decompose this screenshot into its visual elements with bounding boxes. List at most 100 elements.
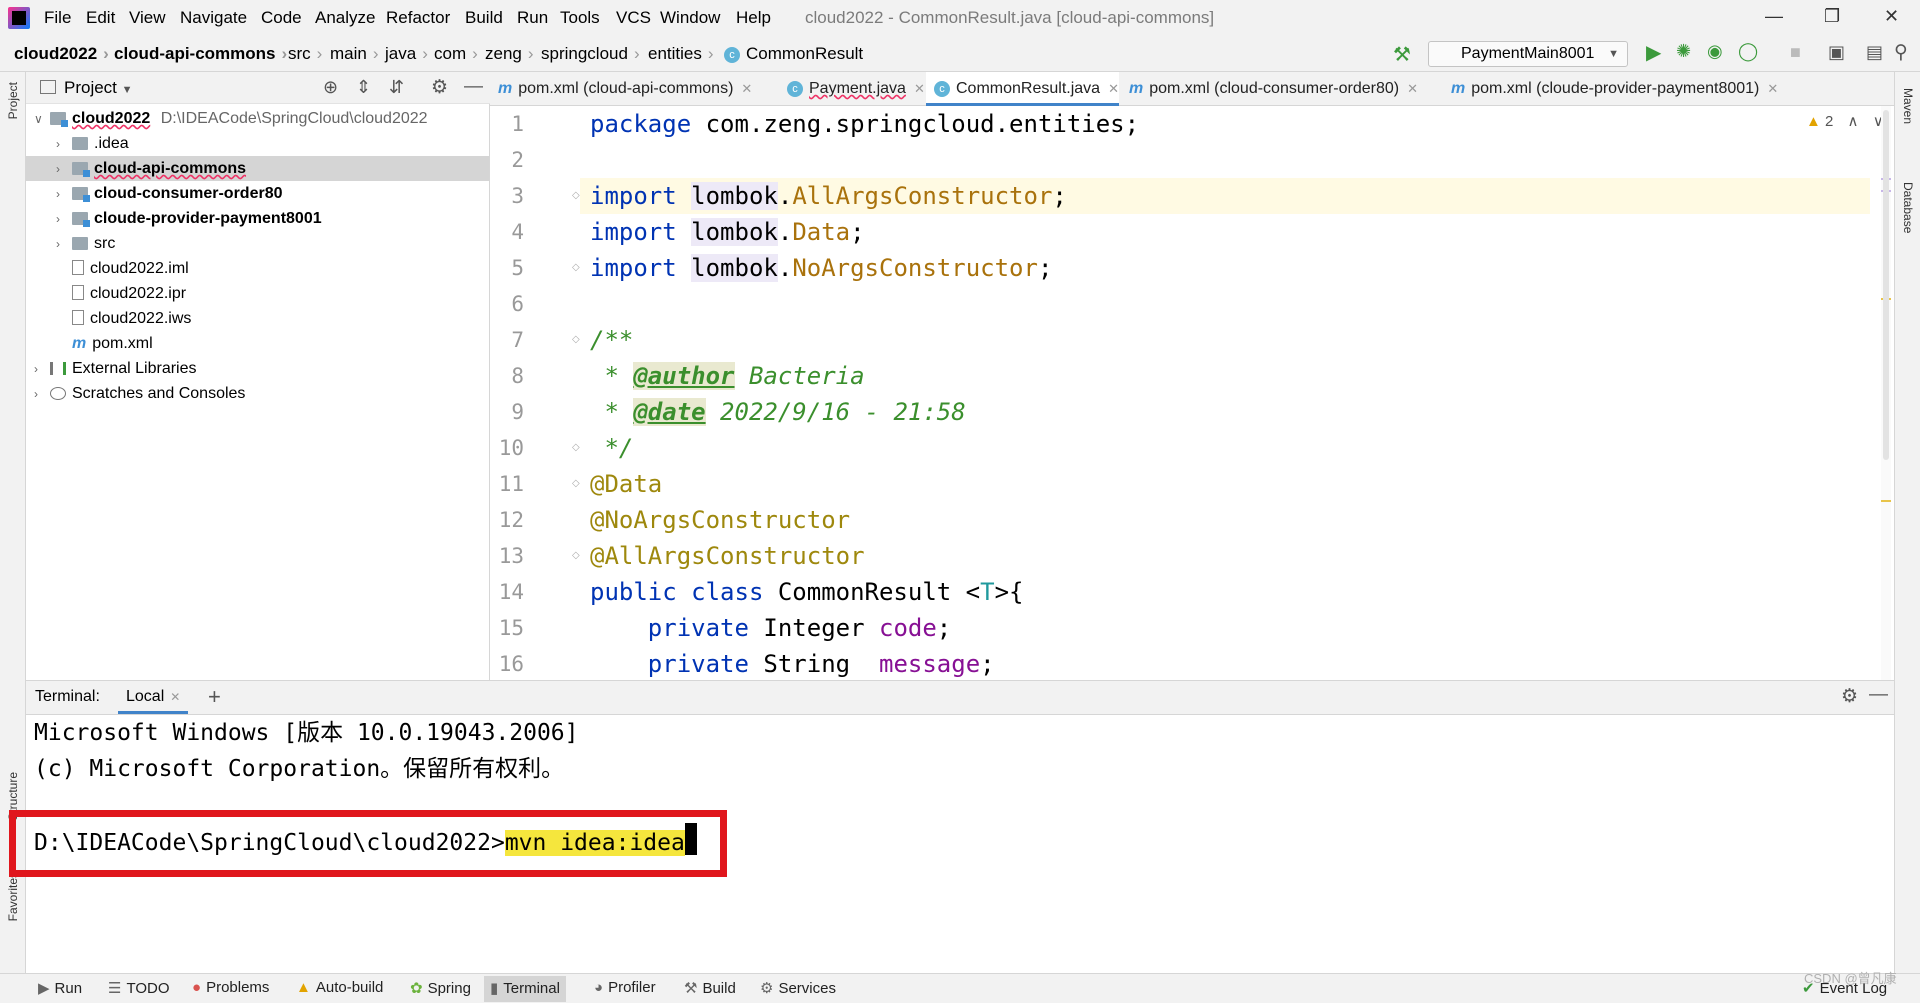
fold-marker-icon[interactable]: ◇: [572, 262, 580, 273]
tab-pom-consumer[interactable]: m pom.xml (cloud-consumer-order80) ✕: [1121, 72, 1441, 106]
tab-pom-provider[interactable]: m pom.xml (cloude-provider-payment8001) ✕: [1443, 72, 1823, 106]
hide-panel-icon[interactable]: —: [1869, 684, 1888, 706]
tab-commonresult-java[interactable]: c CommonResult.java ✕: [926, 72, 1119, 106]
chevron-up-icon[interactable]: ∧: [1848, 113, 1859, 130]
menu-edit[interactable]: Edit: [86, 8, 115, 28]
breadcrumb-cloud2022[interactable]: cloud2022 ›: [14, 44, 109, 64]
build-tool-button[interactable]: ⚒ Build: [684, 979, 736, 997]
settings-gear-icon[interactable]: ⚙: [1841, 685, 1858, 708]
project-structure-icon[interactable]: ▣: [1828, 42, 1845, 63]
new-terminal-tab-icon[interactable]: +: [208, 684, 221, 710]
menu-file[interactable]: File: [44, 8, 71, 28]
locate-icon[interactable]: ⊕: [323, 77, 338, 98]
editor-scrollbar[interactable]: [1881, 106, 1891, 680]
close-tab-icon[interactable]: ✕: [170, 690, 180, 704]
expand-all-icon[interactable]: ⇕: [356, 77, 371, 98]
debug-icon[interactable]: ✺: [1676, 41, 1691, 62]
profile-icon[interactable]: ◯: [1738, 41, 1758, 62]
menu-refactor[interactable]: Refactor: [386, 8, 450, 28]
menu-build[interactable]: Build: [465, 8, 503, 28]
profiler-tool-button[interactable]: ◕ Profiler: [594, 979, 656, 996]
tree-root[interactable]: ∨ cloud2022 D:\IDEACode\SpringCloud\cloud…: [34, 106, 428, 131]
tab-pom-commons[interactable]: m pom.xml (cloud-api-commons) ✕: [490, 72, 777, 106]
tree-item-cloud-consumer-order80[interactable]: › cloud-consumer-order80: [56, 181, 282, 206]
minimize-icon[interactable]: —: [1765, 6, 1783, 27]
close-tab-icon[interactable]: ✕: [741, 81, 752, 96]
scroll-thumb[interactable]: [1883, 110, 1889, 460]
fold-marker-icon[interactable]: ◇: [572, 442, 580, 453]
fold-marker-icon[interactable]: ◇: [572, 550, 580, 561]
breadcrumb-src[interactable]: src ›: [288, 44, 322, 64]
layout-icon[interactable]: ▤: [1866, 42, 1883, 63]
close-icon[interactable]: ✕: [1884, 6, 1899, 27]
fold-marker-icon[interactable]: ◇: [572, 478, 580, 489]
tree-item-idea[interactable]: › .idea: [56, 131, 129, 156]
chevron-right-icon[interactable]: ›: [56, 207, 72, 232]
tree-item-ipr[interactable]: cloud2022.ipr: [72, 281, 186, 306]
breadcrumb-springcloud[interactable]: springcloud ›: [541, 44, 640, 64]
project-view-select[interactable]: Project ▼: [64, 78, 133, 98]
menu-code[interactable]: Code: [261, 8, 302, 28]
breadcrumb-zeng[interactable]: zeng ›: [485, 44, 534, 64]
terminal-tool-button[interactable]: ▮ Terminal: [484, 976, 566, 1002]
stop-icon[interactable]: ■: [1790, 42, 1801, 63]
project-tool-tab[interactable]: Project: [6, 82, 20, 119]
tree-item-cloud-api-commons[interactable]: › cloud-api-commons: [26, 156, 489, 181]
build-hammer-icon[interactable]: ⚒: [1393, 42, 1411, 67]
breadcrumb-main[interactable]: main ›: [330, 44, 379, 64]
menu-help[interactable]: Help: [736, 8, 771, 28]
tree-item-iml[interactable]: cloud2022.iml: [72, 256, 189, 281]
spring-tool-button[interactable]: ✿ Spring: [410, 979, 471, 997]
close-tab-icon[interactable]: ✕: [1407, 81, 1418, 96]
breadcrumb-com[interactable]: com ›: [434, 44, 478, 64]
hide-panel-icon[interactable]: —: [464, 76, 483, 98]
auto-build-tool-button[interactable]: ▲ Auto-build: [296, 979, 383, 996]
chevron-down-icon[interactable]: ∨: [34, 107, 50, 132]
close-tab-icon[interactable]: ✕: [1767, 81, 1778, 96]
menu-vcs[interactable]: VCS: [616, 8, 651, 28]
chevron-right-icon[interactable]: ›: [56, 182, 72, 207]
services-tool-button[interactable]: ⚙ Services: [760, 979, 836, 997]
chevron-right-icon[interactable]: ›: [56, 132, 72, 157]
database-tool-tab[interactable]: Database: [1901, 182, 1915, 233]
menu-window[interactable]: Window: [660, 8, 720, 28]
tab-payment-java[interactable]: c Payment.java ✕: [779, 72, 925, 106]
favorites-tool-tab[interactable]: Favorites: [6, 872, 20, 921]
chevron-right-icon[interactable]: ›: [34, 357, 50, 382]
run-tool-button[interactable]: ▶ Run: [38, 979, 82, 997]
settings-gear-icon[interactable]: ⚙: [431, 76, 448, 99]
problems-tool-button[interactable]: ● Problems: [192, 979, 269, 996]
tree-item-src[interactable]: › src: [56, 231, 115, 256]
coverage-icon[interactable]: ◉: [1707, 41, 1723, 62]
breadcrumb-java[interactable]: java ›: [385, 44, 428, 64]
menu-view[interactable]: View: [129, 8, 166, 28]
chevron-right-icon[interactable]: ›: [56, 232, 72, 257]
menu-navigate[interactable]: Navigate: [180, 8, 247, 28]
menu-analyze[interactable]: Analyze: [315, 8, 375, 28]
code-editor[interactable]: 1 2 3 4 5 6 7 8 9 10 11 12 13 14 15 16 ◇…: [490, 106, 1894, 680]
restore-icon[interactable]: ❐: [1824, 6, 1840, 27]
close-tab-icon[interactable]: ✕: [1108, 81, 1119, 96]
chevron-right-icon[interactable]: ›: [34, 382, 50, 407]
tree-item-cloude-provider-payment8001[interactable]: › cloude-provider-payment8001: [56, 206, 322, 231]
run-icon[interactable]: ▶: [1646, 40, 1661, 65]
tree-item-scratches[interactable]: › Scratches and Consoles: [34, 381, 245, 406]
maven-tool-tab[interactable]: Maven: [1901, 88, 1915, 124]
breadcrumb-module[interactable]: cloud-api-commons ›: [114, 44, 287, 64]
close-tab-icon[interactable]: ✕: [914, 81, 925, 96]
fold-marker-icon[interactable]: ◇: [572, 190, 580, 201]
inspection-widget[interactable]: ▲ 2 ∧ ∨: [1806, 112, 1884, 130]
search-icon[interactable]: ⚲: [1894, 41, 1908, 64]
menu-tools[interactable]: Tools: [560, 8, 600, 28]
breadcrumb-entities[interactable]: entities ›: [648, 44, 714, 64]
run-config-select[interactable]: PaymentMain8001 ▼: [1428, 41, 1628, 67]
todo-tool-button[interactable]: ☰ TODO: [108, 979, 170, 997]
breadcrumb-class[interactable]: c CommonResult: [724, 44, 863, 64]
menu-run[interactable]: Run: [517, 8, 548, 28]
collapse-all-icon[interactable]: ⇵: [389, 77, 404, 98]
tree-item-external-libraries[interactable]: › External Libraries: [34, 356, 197, 381]
terminal-tab-local[interactable]: Local ✕: [118, 681, 189, 714]
tree-item-iws[interactable]: cloud2022.iws: [72, 306, 191, 331]
tree-item-pom[interactable]: m pom.xml: [72, 331, 153, 356]
chevron-right-icon[interactable]: ›: [56, 157, 72, 182]
